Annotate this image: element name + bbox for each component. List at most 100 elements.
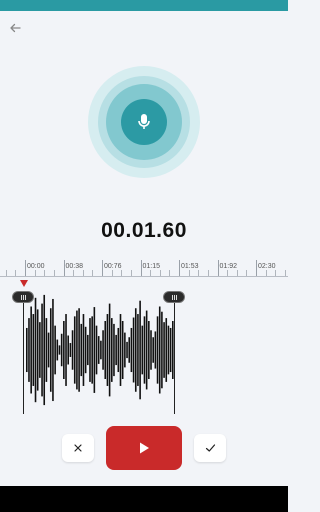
waveform-bar xyxy=(124,332,126,368)
confirm-button[interactable] xyxy=(194,434,226,462)
waveform-bar xyxy=(84,326,87,374)
timeline-tick-label: 00:76 xyxy=(104,263,122,270)
waveform-bar xyxy=(71,330,74,370)
waveform-bar xyxy=(78,308,80,392)
waveform-bar xyxy=(76,310,78,390)
waveform-bar xyxy=(49,308,52,392)
waveform-bar xyxy=(54,325,56,375)
waveform-bar xyxy=(26,327,28,373)
waveform-bar xyxy=(36,309,39,391)
waveform-bar xyxy=(43,294,46,406)
waveform-bar xyxy=(134,308,137,392)
waveform-bar xyxy=(110,318,113,382)
waveform-bar xyxy=(39,322,41,378)
selection-start-line xyxy=(23,303,24,414)
timeline-minor-tick xyxy=(34,270,36,276)
timeline-minor-tick xyxy=(53,270,55,276)
navigation-bar xyxy=(0,486,288,512)
trim-start-handle[interactable] xyxy=(12,291,34,303)
waveform-bar xyxy=(56,339,59,361)
timeline-tick-label: 00:00 xyxy=(27,263,45,270)
waveform-bar xyxy=(65,314,67,386)
waveform-bar xyxy=(52,298,54,402)
waveform-bar xyxy=(30,306,32,394)
check-icon xyxy=(205,444,215,452)
play-button[interactable] xyxy=(106,426,182,470)
waveform-bar xyxy=(115,334,117,366)
waveform-bar xyxy=(47,332,50,368)
waveform-bar xyxy=(143,316,146,384)
waveform-bar xyxy=(60,333,63,367)
timeline-minor-tick xyxy=(92,270,94,276)
waveform-bar xyxy=(152,337,154,363)
waveform-bar xyxy=(91,316,93,384)
timeline-major-tick xyxy=(179,260,180,276)
timeline-minor-tick xyxy=(111,270,113,276)
waveform-bar xyxy=(158,306,161,394)
timeline-tick-label: 02:30 xyxy=(258,263,276,270)
recording-timer: 00.01.60 xyxy=(101,219,187,242)
waveform-bar xyxy=(93,307,96,393)
waveform-bar xyxy=(154,331,157,369)
handle-grip xyxy=(23,295,24,300)
waveform-bar xyxy=(28,318,30,382)
waveform-bar xyxy=(113,323,115,377)
timeline-minor-tick xyxy=(121,270,123,276)
waveform-bar xyxy=(73,316,76,384)
timeline-minor-tick xyxy=(275,270,277,276)
waveform-bar xyxy=(130,327,133,373)
timeline-tick-label: 01:53 xyxy=(181,263,199,270)
handle-grip xyxy=(172,295,173,300)
cancel-button[interactable] xyxy=(62,434,94,462)
playback-controls xyxy=(0,426,288,470)
timeline-minor-tick xyxy=(82,270,84,276)
timeline-minor-tick xyxy=(198,270,200,276)
waveform[interactable] xyxy=(0,286,288,416)
waveform-bar xyxy=(108,303,111,397)
waveform-bar xyxy=(32,314,35,386)
timeline-ruler[interactable]: 00:00 00:38 00:76 01:15 01:53 01:92 02:30 xyxy=(0,256,288,278)
waveform-bar xyxy=(97,336,100,364)
status-bar xyxy=(0,0,288,11)
microphone-icon xyxy=(138,114,150,129)
waveform-bar xyxy=(148,321,150,379)
timeline-minor-tick xyxy=(188,270,190,276)
waveform-bar xyxy=(145,310,148,390)
waveform-bar xyxy=(121,321,124,379)
play-icon xyxy=(140,442,149,454)
waveform-bar xyxy=(63,321,65,379)
timeline-major-tick xyxy=(256,260,257,276)
close-icon xyxy=(74,444,82,452)
timeline-minor-tick xyxy=(236,270,238,276)
back-button[interactable] xyxy=(6,18,26,38)
waveform-bar xyxy=(137,314,139,386)
waveform-bar xyxy=(87,334,89,366)
handle-grip xyxy=(176,295,177,300)
waveform-bar xyxy=(150,330,152,370)
timeline-minor-tick xyxy=(73,270,75,276)
handle-grip xyxy=(25,295,26,300)
waveform-bar xyxy=(100,340,102,360)
timeline-tick-label: 00:38 xyxy=(65,263,84,270)
waveform-bar xyxy=(161,311,163,389)
waveform-bar xyxy=(119,314,122,386)
timeline-minor-tick xyxy=(265,270,267,276)
timeline-minor-tick xyxy=(5,270,7,276)
record-indicator[interactable] xyxy=(88,66,200,178)
timeline-minor-tick xyxy=(227,270,229,276)
waveform-bar xyxy=(41,303,43,397)
waveform-bar xyxy=(69,343,72,357)
timeline-minor-tick xyxy=(150,270,152,276)
waveform-bar xyxy=(102,330,104,370)
timeline-major-tick xyxy=(140,260,142,276)
timeline-tick-label: 01:92 xyxy=(219,263,238,270)
waveform-bar xyxy=(167,325,170,375)
waveform-bar xyxy=(58,345,61,355)
waveform-bar xyxy=(128,337,131,363)
timeline-tick-label: 01:15 xyxy=(142,263,161,270)
timeline-minor-tick xyxy=(207,270,209,276)
trim-end-handle[interactable] xyxy=(163,291,185,303)
timeline-minor-tick xyxy=(284,270,286,276)
timeline-minor-tick xyxy=(130,270,132,276)
timeline-minor-tick xyxy=(159,270,161,276)
